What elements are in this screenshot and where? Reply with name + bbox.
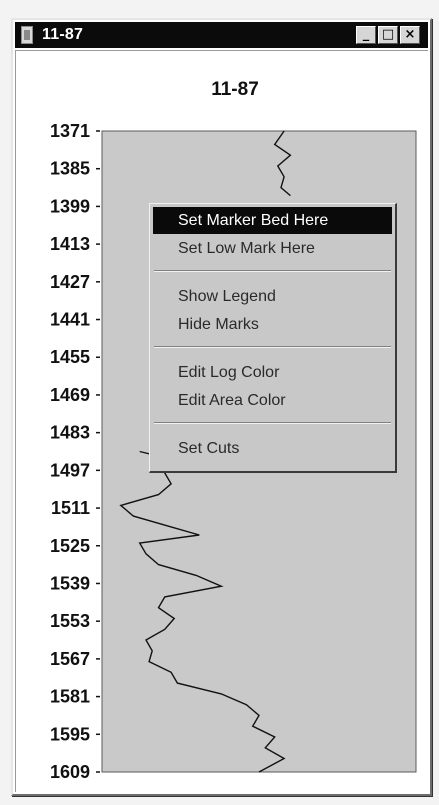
y-tick-label: 1595 (50, 724, 90, 744)
menu-separator (154, 270, 391, 272)
y-tick-label: 1581 (50, 687, 90, 707)
menu-item-edit-log-color[interactable]: Edit Log Color (153, 359, 392, 386)
window-title: 11-87 (42, 26, 84, 43)
y-tick-label: 1525 (50, 536, 90, 556)
y-tick-label: 1399 (50, 196, 90, 216)
maximize-button[interactable]: □ (378, 26, 398, 44)
y-tick-label: 1427 (50, 272, 90, 292)
menu-item-set-marker-bed-here[interactable]: Set Marker Bed Here (153, 207, 392, 234)
window-controls: _ □ × (356, 26, 420, 44)
menu-item-edit-area-color[interactable]: Edit Area Color (153, 387, 392, 414)
y-tick-label: 1609 (50, 762, 90, 782)
y-tick-label: 1413 (50, 234, 90, 254)
y-tick-label: 1371 (50, 121, 90, 141)
menu-item-show-legend[interactable]: Show Legend (153, 283, 392, 310)
y-tick-label: 1483 (50, 423, 90, 443)
y-tick-label: 1497 (50, 460, 90, 480)
y-tick-label: 1385 (50, 159, 90, 179)
app-icon[interactable] (21, 26, 33, 44)
close-button[interactable]: × (400, 26, 420, 44)
y-tick-label: 1455 (50, 347, 90, 367)
title-bar[interactable]: 11-87 _ □ × (15, 22, 428, 48)
y-tick-label: 1511 (51, 498, 90, 518)
menu-item-set-low-mark-here[interactable]: Set Low Mark Here (153, 235, 392, 262)
menu-separator (154, 346, 391, 348)
menu-item-hide-marks[interactable]: Hide Marks (153, 311, 392, 338)
y-tick-label: 1553 (50, 611, 90, 631)
context-menu: Set Marker Bed Here Set Low Mark Here Show… (149, 203, 397, 473)
minimize-button[interactable]: _ (356, 26, 376, 44)
y-tick-label: 1469 (50, 385, 90, 405)
y-tick-label: 1567 (50, 649, 90, 669)
y-tick-label: 1441 (50, 310, 90, 330)
y-tick-label: 1539 (50, 573, 90, 593)
menu-separator (154, 422, 391, 424)
menu-item-set-cuts[interactable]: Set Cuts (153, 435, 392, 462)
log-window: 11-87 _ □ × 11-87 1371 1385 1399 1413 1427 14… (11, 18, 432, 796)
